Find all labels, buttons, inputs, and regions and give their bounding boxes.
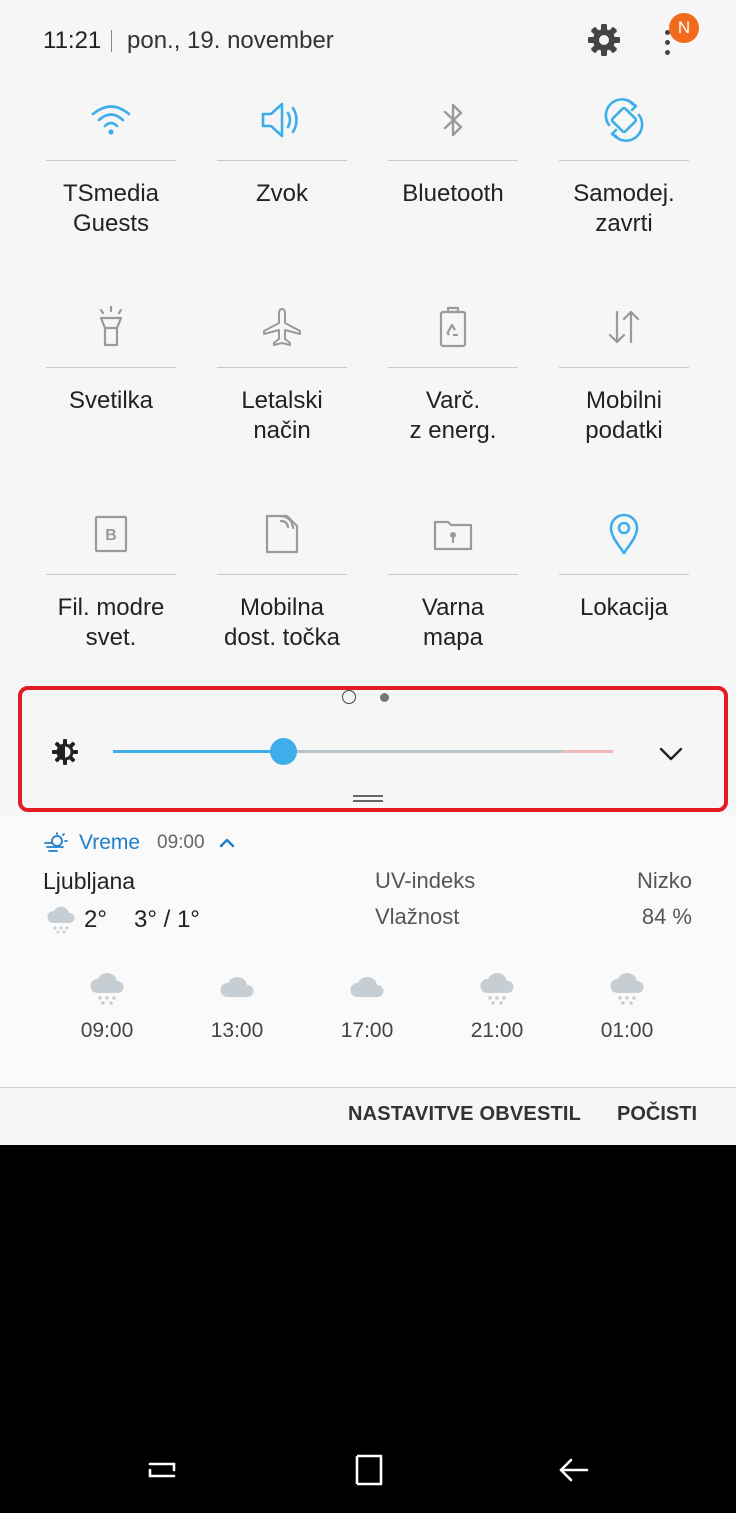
recent-apps-icon[interactable] (142, 1450, 182, 1490)
temperature-range: 3° / 1° (134, 906, 200, 933)
forecast-time: 17:00 (340, 1019, 394, 1042)
tile-label: TSmedia Guests (62, 180, 160, 237)
tile-label: Varna mapa (421, 594, 485, 651)
tile-auto-rotate[interactable]: Samodej. zavrti (559, 95, 689, 302)
tile-label: Letalski način (241, 387, 323, 444)
weather-app-name: Vreme (79, 831, 141, 854)
forecast-item: 13:00 (187, 973, 287, 1043)
weather-notification[interactable]: Vreme 09:00 Ljubljana 2° 3° / 1° UV-inde… (0, 815, 736, 1087)
flashlight-icon (99, 305, 123, 347)
tile-label: Varč. z energ. (409, 387, 497, 444)
location-icon (609, 513, 639, 555)
tile-label: Bluetooth (402, 180, 504, 207)
forecast-item: 21:00 (447, 973, 547, 1043)
secure-folder-icon (433, 520, 473, 551)
tile-label: Samodej. zavrti (573, 180, 675, 237)
highlight-box (18, 686, 728, 812)
tile-blue-light-filter[interactable]: B Fil. modre svet. (46, 509, 176, 716)
wifi-icon (91, 105, 131, 135)
more-vert-icon (665, 30, 670, 60)
forecast-item: 17:00 (317, 973, 417, 1043)
tile-location[interactable]: Lokacija (559, 509, 689, 716)
divider (0, 1087, 736, 1088)
airplane-icon (263, 308, 301, 346)
tile-sound[interactable]: Zvok (217, 95, 347, 302)
tile-power-saving[interactable]: Varč. z energ. (388, 302, 518, 509)
tile-secure-folder[interactable]: Varna mapa (388, 509, 518, 716)
speaker-icon (261, 102, 298, 138)
tile-label: Lokacija (579, 594, 669, 621)
gear-icon (588, 24, 620, 56)
clear-button[interactable]: POČISTI (617, 1103, 697, 1126)
humidity-value: 84 % (641, 904, 692, 929)
notification-settings-button[interactable]: NASTAVITVE OBVESTIL (348, 1103, 581, 1126)
clock: 11:21 (43, 27, 102, 54)
humidity-label: Vlažnost (375, 904, 460, 929)
settings-button[interactable] (584, 20, 624, 60)
header-separator (111, 30, 112, 52)
navigation-bar (0, 1440, 736, 1500)
tile-airplane-mode[interactable]: Letalski način (217, 302, 347, 509)
uv-index-label: UV-indeks (375, 868, 476, 893)
back-icon[interactable] (554, 1450, 594, 1490)
forecast-item: 09:00 (57, 973, 157, 1043)
cloud-icon (220, 976, 254, 997)
forecast-time: 21:00 (470, 1019, 524, 1042)
hotspot-icon (265, 514, 299, 554)
tile-label: Fil. modre svet. (57, 594, 165, 651)
weather-time: 09:00 (157, 832, 205, 853)
chevron-up-icon[interactable] (218, 835, 236, 849)
blue-light-filter-icon: B (94, 515, 128, 553)
snow-cloud-icon (47, 906, 75, 934)
date[interactable]: pon., 19. november (127, 27, 334, 55)
forecast-item: 01:00 (577, 973, 677, 1043)
weather-city: Ljubljana (43, 868, 136, 894)
bluetooth-icon (443, 103, 463, 137)
auto-rotate-icon (604, 98, 644, 142)
notification-badge: N (669, 13, 699, 43)
more-options-button[interactable]: N (655, 13, 703, 66)
tile-bluetooth[interactable]: Bluetooth (388, 95, 518, 302)
power-saving-icon (439, 306, 467, 348)
snow-cloud-icon (90, 973, 124, 1005)
forecast-time: 09:00 (80, 1019, 134, 1042)
tile-label: Zvok (255, 180, 308, 207)
cloud-icon (350, 976, 384, 997)
forecast-time: 01:00 (600, 1019, 654, 1042)
tile-label: Mobilna dost. točka (223, 594, 341, 651)
quick-panel: 11:21 pon., 19. november N TSmedia Guest… (0, 0, 736, 1145)
mobile-data-icon (608, 310, 640, 344)
tile-label: Mobilni podatki (585, 387, 663, 444)
current-temperature: 2° (84, 906, 107, 933)
tile-mobile-data[interactable]: Mobilni podatki (559, 302, 689, 509)
snow-cloud-icon (480, 973, 514, 1005)
weather-app-icon (44, 832, 68, 852)
snow-cloud-icon (610, 973, 644, 1005)
uv-index-value: Nizko (636, 868, 692, 893)
svg-text:B: B (105, 527, 117, 544)
tile-label: Svetilka (68, 387, 154, 414)
forecast-time: 13:00 (210, 1019, 264, 1042)
status-header: 11:21 pon., 19. november N (0, 0, 736, 80)
tile-hotspot[interactable]: Mobilna dost. točka (217, 509, 347, 716)
home-icon[interactable] (348, 1450, 388, 1490)
tile-flashlight[interactable]: Svetilka (46, 302, 176, 509)
tile-wifi[interactable]: TSmedia Guests (46, 95, 176, 302)
